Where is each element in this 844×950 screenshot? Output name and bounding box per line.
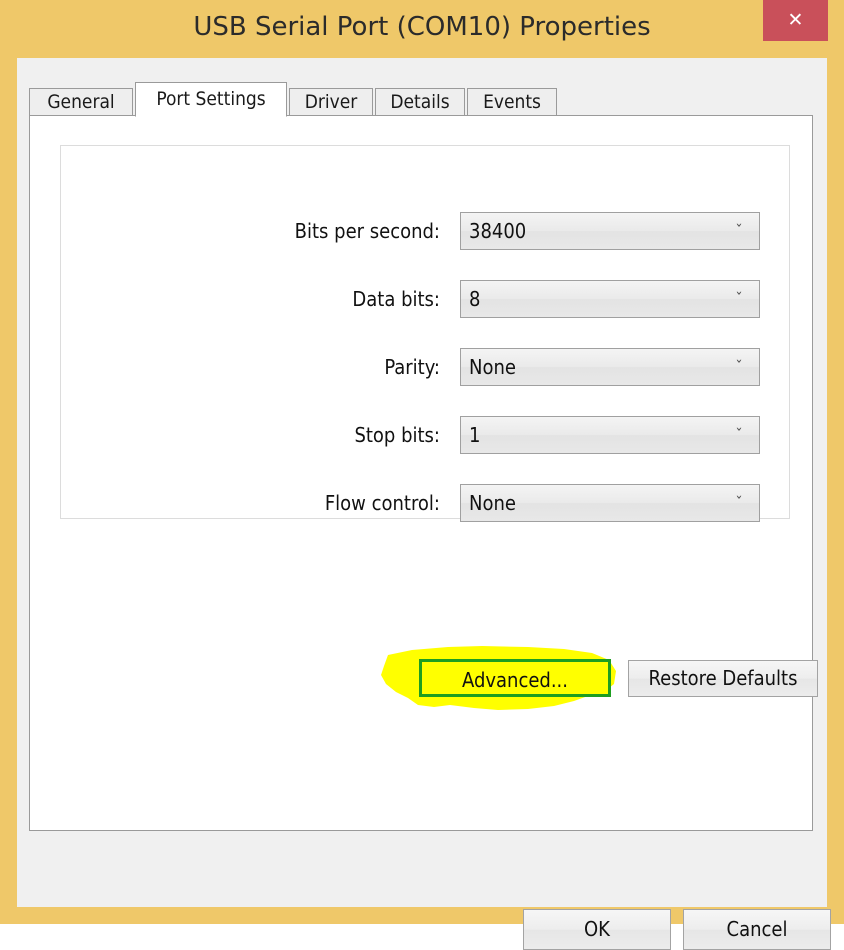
combo-value: None [469,491,516,515]
tab-events[interactable]: Events [467,88,557,116]
window-title: USB Serial Port (COM10) Properties [193,12,651,42]
field-label: Stop bits: [354,423,440,447]
close-icon: ✕ [787,9,804,31]
form-row: Flow control: None ˇ [30,484,760,522]
tab-driver[interactable]: Driver [289,88,373,116]
properties-dialog: USB Serial Port (COM10) Properties ✕ Gen… [0,0,844,950]
chevron-down-icon[interactable]: ˇ [727,349,751,385]
combo-value: 8 [469,287,481,311]
ok-button[interactable]: OK [523,909,671,950]
field-label: Flow control: [324,491,440,515]
field-label: Bits per second: [294,219,440,243]
chevron-down-icon[interactable]: ˇ [727,281,751,317]
tab-details[interactable]: Details [375,88,465,116]
combo-data-bits[interactable]: 8ˇ [460,280,760,318]
field-label: Data bits: [352,287,440,311]
dialog-client-area: General Port Settings Driver Details Events … [17,58,831,950]
combo-parity[interactable]: None ˇ [460,348,760,386]
close-button[interactable]: ✕ [763,0,828,41]
combo-bits-per-second[interactable]: 38400 ˇ [460,212,760,250]
combo-value: 1 [469,423,481,447]
form-row: Stop bits: 1 ˇ [30,416,760,454]
form-row: Data bits: 8 ˇ [30,280,760,318]
restore-defaults-button[interactable]: Restore Defaults [628,660,818,697]
combo-value: 38400 [469,219,527,243]
tab-panel-port-settings: Advanced... Restore Defaults Bits per se… [29,115,818,831]
chevron-down-icon[interactable]: ˇ [727,213,751,249]
tab-general[interactable]: General [29,88,133,116]
advanced-button[interactable]: Advanced... [419,659,611,697]
combo-stop-bits[interactable]: 1ˇ [460,416,760,454]
title-bar: USB Serial Port (COM10) Properties ✕ [0,0,844,58]
form-row: Parity: None ˇ [30,348,760,386]
combo-flow-control[interactable]: None ˇ [460,484,760,522]
serial-settings-groupbox [60,145,790,519]
combo-value: None [469,355,516,379]
form-row: Bits per second: 38400 ˇ [30,212,760,250]
tab-port-settings[interactable]: Port Settings [135,82,287,117]
chevron-down-icon[interactable]: ˇ [727,485,751,521]
cancel-button[interactable]: Cancel [683,909,831,950]
chevron-down-icon[interactable]: ˇ [727,417,751,453]
field-label: Parity: [384,355,440,379]
